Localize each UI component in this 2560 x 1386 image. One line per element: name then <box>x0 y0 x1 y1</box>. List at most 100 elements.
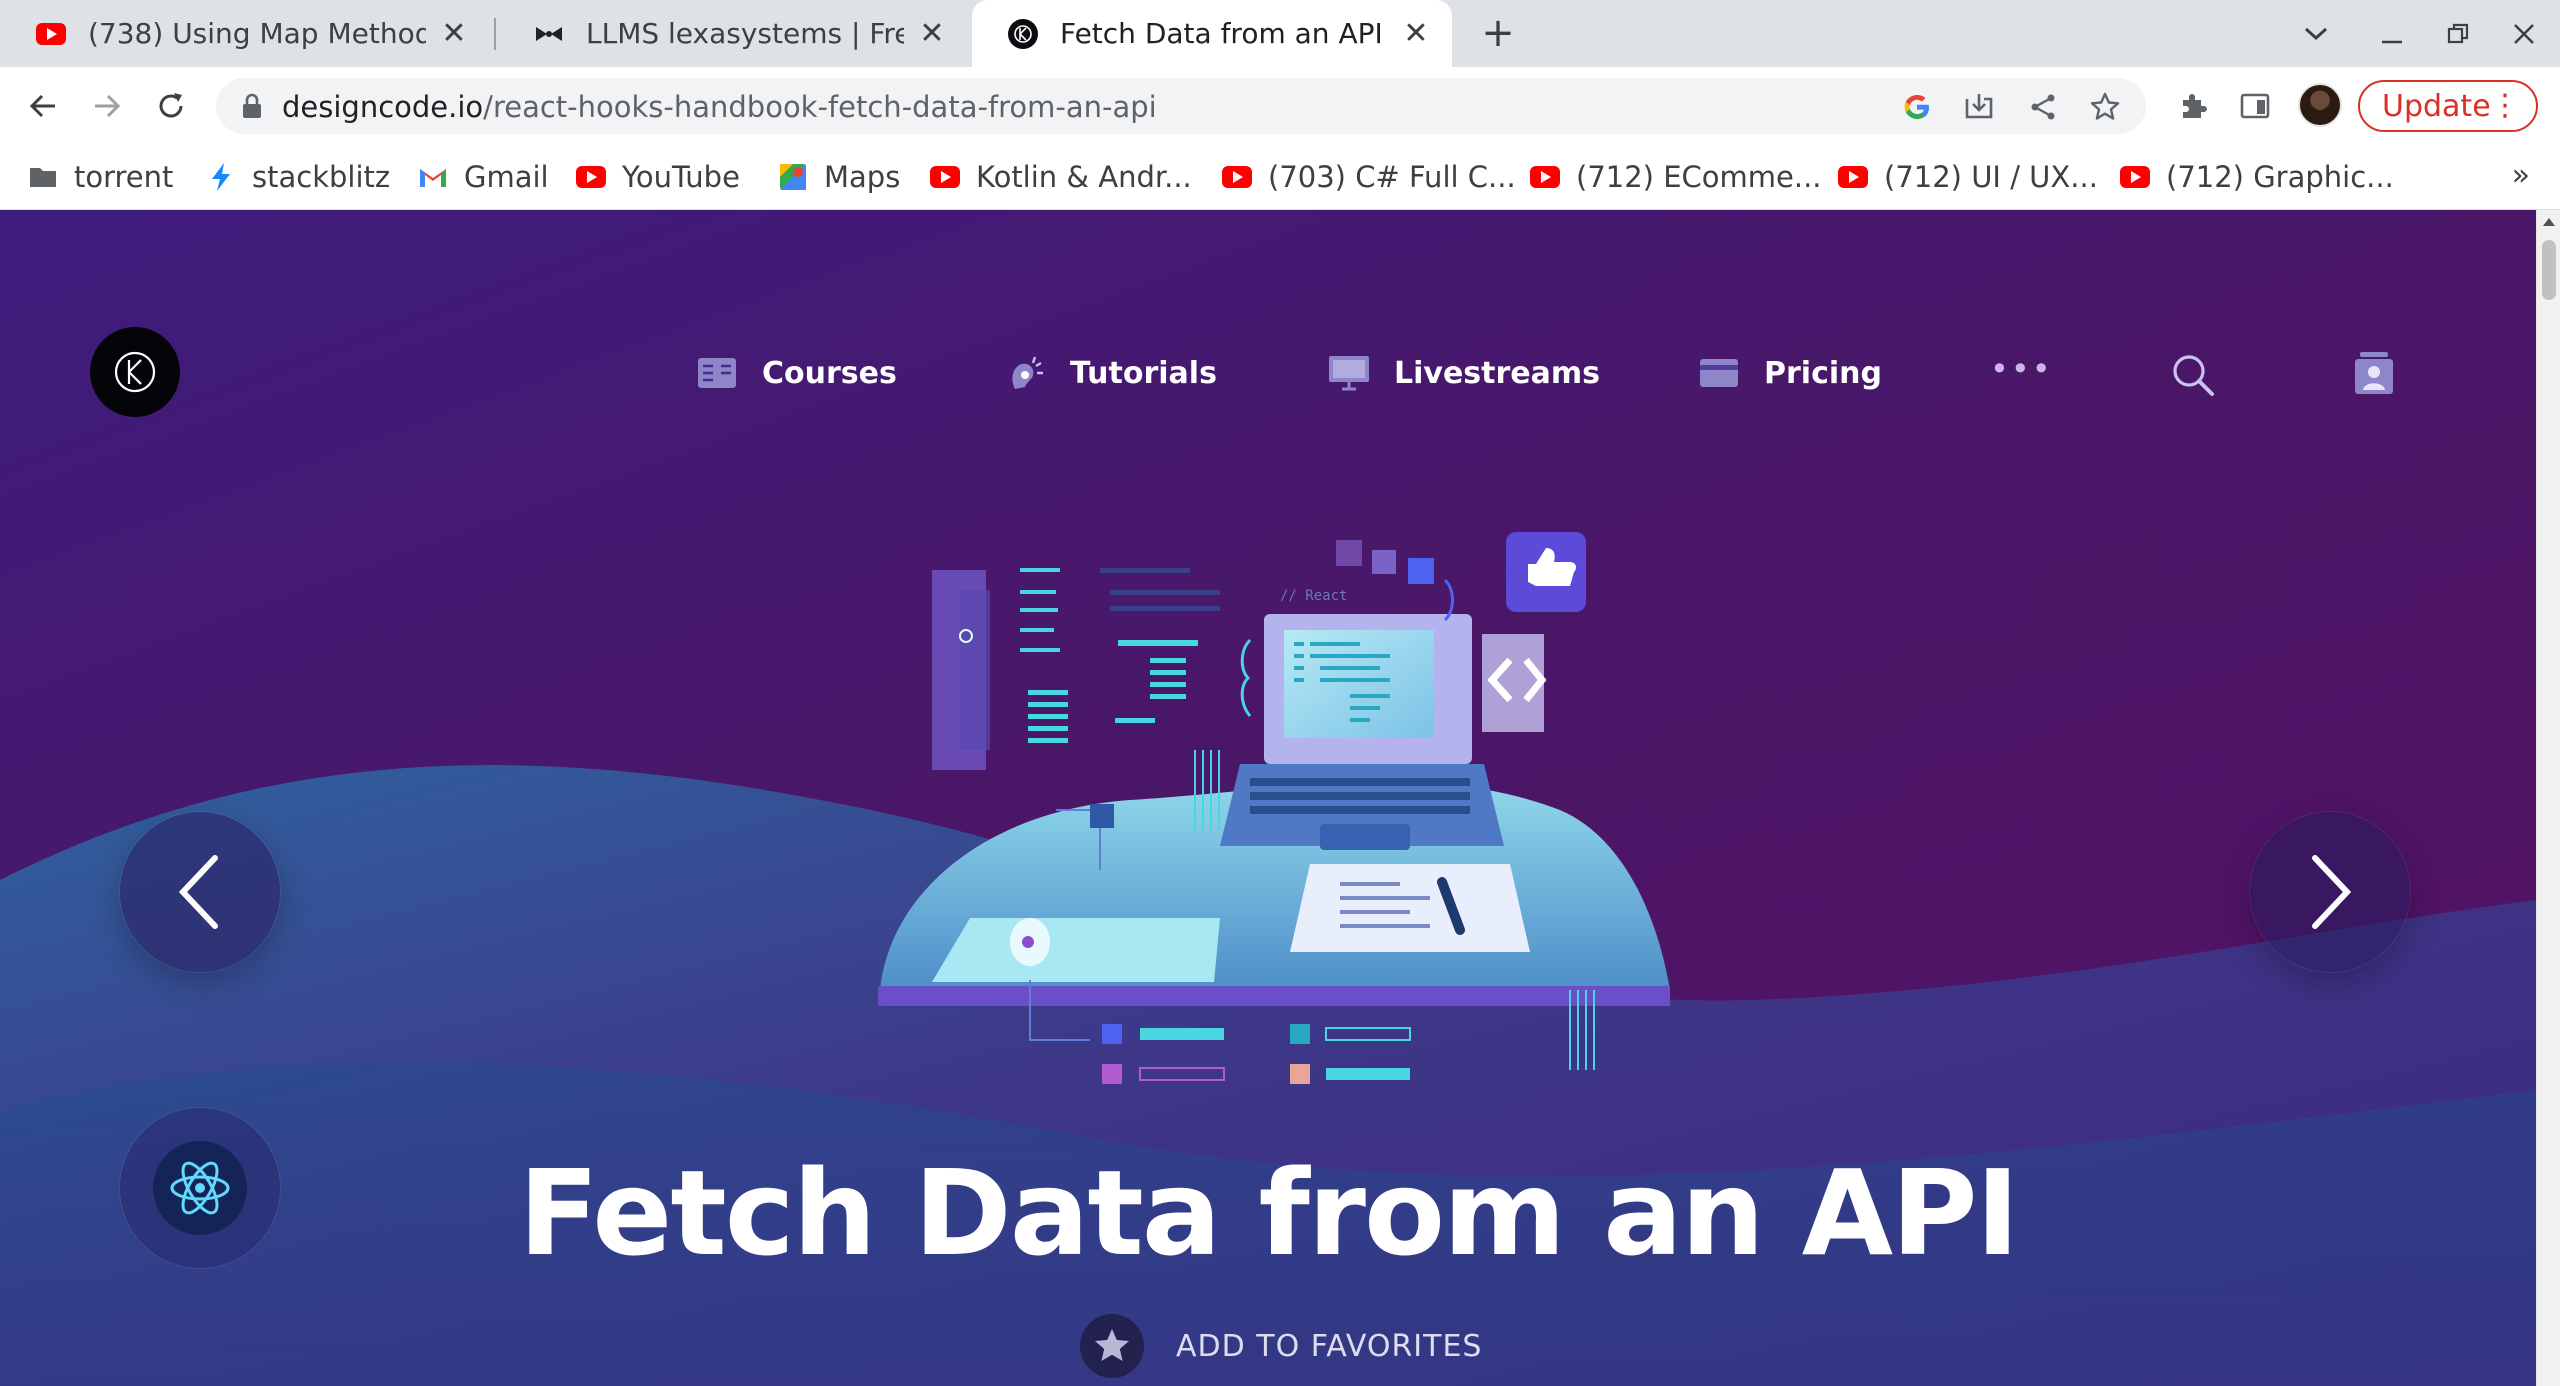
search-icon[interactable] <box>2170 352 2216 398</box>
forward-button[interactable] <box>84 83 130 129</box>
reload-button[interactable] <box>148 83 194 129</box>
bookmarks-overflow-button[interactable]: » <box>2512 158 2530 193</box>
extensions-icon[interactable] <box>2172 85 2214 127</box>
tab-using-map-method[interactable]: (738) Using Map Method i ✕ <box>0 0 490 67</box>
bookmark-label: (712) UI / UX... <box>1884 160 2098 194</box>
bookmark-label: YouTube <box>622 160 740 194</box>
close-tab-icon[interactable]: ✕ <box>440 16 468 51</box>
bookmark-gmail[interactable]: Gmail <box>418 155 549 199</box>
bookmark-ui-ux[interactable]: (712) UI / UX... <box>1838 155 2098 199</box>
close-tab-icon[interactable]: ✕ <box>1402 16 1430 51</box>
bookmark-label: stackblitz <box>252 160 391 194</box>
reload-icon <box>159 93 183 118</box>
bookmark-graphic[interactable]: (712) Graphic... <box>2120 155 2394 199</box>
page-title: Fetch Data from an API <box>518 1144 2019 1282</box>
youtube-icon <box>576 162 606 192</box>
bookmark-label: (703) C# Full C... <box>1268 160 1516 194</box>
nav-more-button[interactable]: ••• <box>1990 350 2053 388</box>
tab-title: Fetch Data from an API - F <box>1060 17 1388 50</box>
browser-toolbar: designcode.io/react-hooks-handbook-fetch… <box>0 67 2560 144</box>
minimize-icon[interactable] <box>2370 12 2414 56</box>
folder-icon <box>28 162 58 192</box>
tab-search-icon[interactable] <box>2294 12 2338 56</box>
scrollbar-thumb[interactable] <box>2542 240 2556 300</box>
new-tab-button[interactable]: + <box>1478 13 1518 54</box>
bookmark-label: (712) EComme... <box>1576 160 1822 194</box>
nav-livestreams[interactable]: Livestreams <box>1328 350 1600 396</box>
page-scrollbar[interactable] <box>2536 210 2560 1386</box>
tab-fetch-data-from-api[interactable]: Fetch Data from an API - F ✕ <box>972 0 1452 67</box>
bookmark-youtube[interactable]: YouTube <box>576 155 740 199</box>
url-text: designcode.io/react-hooks-handbook-fetch… <box>282 90 1157 124</box>
close-tab-icon[interactable]: ✕ <box>918 16 946 51</box>
bookmark-ecommerce[interactable]: (712) EComme... <box>1530 155 1822 199</box>
back-arrow-icon <box>29 94 55 118</box>
chevron-left-icon <box>178 855 218 929</box>
restore-icon[interactable] <box>2436 12 2480 56</box>
bookmark-stackblitz[interactable]: stackblitz <box>206 155 390 199</box>
address-bar[interactable]: designcode.io/react-hooks-handbook-fetch… <box>216 78 2146 134</box>
tab-strip: (738) Using Map Method i ✕ LLMS lexasyst… <box>0 0 2560 67</box>
more-menu-icon[interactable]: ⋮ <box>2490 88 2520 124</box>
bookmark-maps[interactable]: Maps <box>778 155 900 199</box>
carousel-next-button[interactable] <box>2250 812 2410 972</box>
maps-icon <box>778 162 808 192</box>
page-content: Courses Tutorials Livestreams Pricing ••… <box>0 210 2536 1386</box>
close-window-icon[interactable] <box>2502 12 2546 56</box>
youtube-icon <box>1838 162 1868 192</box>
side-panel-icon[interactable] <box>2234 85 2276 127</box>
nav-tutorials[interactable]: Tutorials <box>1004 350 1217 396</box>
add-to-favorites-button[interactable]: ADD TO FAVORITES <box>1080 1314 1482 1378</box>
nav-label: Courses <box>762 355 897 391</box>
update-label: Update <box>2382 88 2491 124</box>
bookmark-kotlin-android[interactable]: Kotlin & Andr... <box>930 155 1192 199</box>
add-to-favorites-label: ADD TO FAVORITES <box>1176 1328 1483 1364</box>
nav-label: Pricing <box>1764 355 1882 391</box>
scroll-up-icon[interactable] <box>2543 218 2555 226</box>
bookmark-label: (712) Graphic... <box>2166 160 2394 194</box>
card-icon <box>1698 354 1740 392</box>
tab-llms-lexasystems[interactable]: LLMS lexasystems | Free a ✕ <box>498 0 968 67</box>
install-app-icon[interactable] <box>1962 90 1996 124</box>
back-button[interactable] <box>20 83 66 129</box>
stackblitz-icon <box>206 162 236 192</box>
courses-icon <box>696 354 738 392</box>
gmail-icon <box>418 162 448 192</box>
profile-avatar[interactable] <box>2298 83 2342 127</box>
bookmark-label: Kotlin & Andr... <box>976 160 1192 194</box>
tab-separator <box>494 18 496 50</box>
forward-arrow-icon <box>95 94 121 118</box>
nav-courses[interactable]: Courses <box>696 350 897 396</box>
bookmark-csharp[interactable]: (703) C# Full C... <box>1222 155 1516 199</box>
lock-icon <box>243 93 261 118</box>
update-button[interactable]: Update ⋮ <box>2358 80 2538 132</box>
bookmark-label: Gmail <box>464 160 549 194</box>
tab-title: LLMS lexasystems | Free a <box>586 17 904 50</box>
monitor-icon <box>1328 354 1370 392</box>
account-icon[interactable] <box>2352 350 2396 396</box>
tab-title: (738) Using Map Method i <box>88 17 426 50</box>
youtube-icon <box>1222 162 1252 192</box>
designcode-logo[interactable] <box>90 327 180 417</box>
youtube-icon <box>2120 162 2150 192</box>
bookmark-torrent[interactable]: torrent <box>28 155 173 199</box>
tutorials-icon <box>1004 354 1046 392</box>
chevron-right-icon <box>2312 855 2352 929</box>
youtube-icon <box>36 19 66 49</box>
bookmark-label: Maps <box>824 160 901 194</box>
bowtie-icon <box>534 19 564 49</box>
designcode-icon <box>1008 18 1038 49</box>
svg-text:// React: // React <box>1280 588 1347 604</box>
youtube-icon <box>930 162 960 192</box>
google-icon[interactable] <box>1900 90 1934 124</box>
nav-label: Tutorials <box>1070 355 1217 391</box>
logo-icon <box>114 351 156 393</box>
youtube-icon <box>1530 162 1560 192</box>
bookmark-star-icon[interactable] <box>2088 90 2122 124</box>
share-icon[interactable] <box>2026 90 2060 124</box>
bookmarks-bar: torrent stackblitz Gmail YouTube Maps Ko… <box>0 144 2560 210</box>
nav-label: Livestreams <box>1394 355 1601 391</box>
star-icon <box>1080 1314 1144 1378</box>
carousel-prev-button[interactable] <box>120 812 280 972</box>
nav-pricing[interactable]: Pricing <box>1698 350 1882 396</box>
